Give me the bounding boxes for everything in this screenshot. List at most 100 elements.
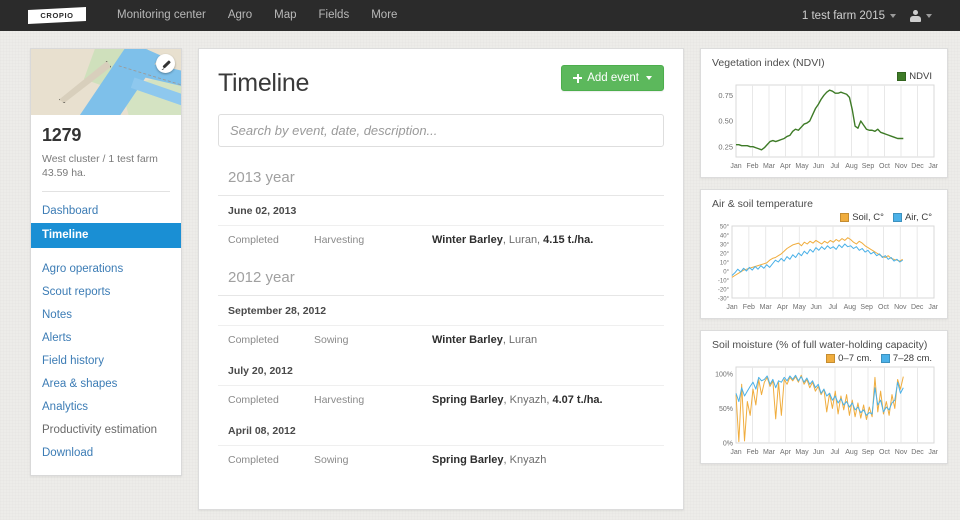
legend-label: NDVI — [909, 71, 932, 82]
nav-item-fields[interactable]: Fields — [308, 0, 361, 31]
legend-label: 0–7 cm. — [838, 353, 872, 364]
farm-selector[interactable]: 1 test farm 2015 — [802, 10, 896, 22]
chart-plot-area[interactable]: JanFebMarAprMayJunJulAugSepOctNovDecJan1… — [710, 365, 938, 457]
sidebar-item-alerts[interactable]: Alerts — [31, 327, 181, 350]
ndvi-chart-card: Vegetation index (NDVI) NDVI JanFebMarAp… — [700, 48, 948, 178]
svg-text:20°: 20° — [720, 252, 730, 258]
svg-text:May: May — [793, 304, 807, 311]
soil-moisture-chart-card: Soil moisture (% of full water-holding c… — [700, 330, 948, 464]
legend-label: 7–28 cm. — [893, 353, 932, 364]
charts-column: Vegetation index (NDVI) NDVI JanFebMarAp… — [700, 48, 948, 510]
svg-text:-20°: -20° — [718, 288, 730, 294]
event-type: Sowing — [314, 334, 432, 346]
svg-text:Oct: Oct — [879, 449, 890, 456]
user-menu[interactable] — [910, 10, 932, 22]
chevron-down-icon — [890, 14, 896, 18]
timeline-year-header: 2012 year — [218, 265, 664, 296]
event-variety: , Luran — [503, 334, 537, 346]
svg-text:Jan: Jan — [730, 449, 741, 456]
temperature-chart-card: Air & soil temperature Soil, C° Air, C° … — [700, 189, 948, 319]
svg-text:Jul: Jul — [831, 163, 840, 170]
svg-text:Sep: Sep — [862, 449, 875, 456]
chart-plot-area[interactable]: JanFebMarAprMayJunJulAugSepOctNovDecJan5… — [710, 224, 938, 312]
event-yield: 4.07 t./ha. — [552, 394, 602, 406]
top-navigation-bar: CROPIO Monitoring center Agro Map Fields… — [0, 0, 960, 31]
edit-field-button[interactable] — [156, 54, 175, 73]
search-input[interactable] — [218, 114, 664, 147]
svg-text:Sep: Sep — [860, 304, 873, 311]
legend-item: 7–28 cm. — [881, 353, 932, 364]
timeline-event-row[interactable]: Completed Harvesting Winter Barley, Lura… — [218, 226, 664, 256]
event-variety: , Luran, — [503, 234, 543, 246]
timeline-date-header: June 02, 2013 — [218, 196, 664, 226]
panel-header: Timeline Add event — [218, 65, 664, 98]
sidebar-item-download[interactable]: Download — [31, 442, 181, 465]
svg-text:Apr: Apr — [780, 163, 792, 170]
svg-text:Jan: Jan — [730, 163, 741, 170]
sidebar-item-scout-reports[interactable]: Scout reports — [31, 281, 181, 304]
svg-text:-30°: -30° — [718, 297, 730, 303]
event-description: Spring Barley, Knyazh — [432, 454, 546, 466]
add-event-button[interactable]: Add event — [561, 65, 664, 91]
timeline-event-row[interactable]: Completed Sowing Spring Barley, Knyazh — [218, 446, 664, 476]
legend-swatch — [881, 354, 890, 363]
svg-text:Dec: Dec — [911, 304, 924, 311]
timeline-date-header: April 08, 2012 — [218, 416, 664, 446]
sidebar-item-dashboard[interactable]: Dashboard — [31, 200, 181, 223]
timeline-panel: Timeline Add event 2013 year June 02, 20… — [198, 48, 684, 510]
svg-text:Apr: Apr — [777, 304, 789, 311]
svg-text:Jan: Jan — [726, 304, 737, 311]
event-status: Completed — [228, 394, 314, 406]
chart-plot-area[interactable]: JanFebMarAprMayJunJulAugSepOctNovDecJan0… — [710, 83, 938, 171]
search-container — [218, 114, 664, 147]
sidebar-item-notes[interactable]: Notes — [31, 304, 181, 327]
sidebar-item-analytics[interactable]: Analytics — [31, 396, 181, 419]
chevron-down-icon — [926, 14, 932, 18]
nav-item-more[interactable]: More — [360, 0, 408, 31]
timeline-year-header: 2013 year — [218, 165, 664, 196]
event-type: Harvesting — [314, 234, 432, 246]
timeline-event-row[interactable]: Completed Sowing Winter Barley, Luran — [218, 326, 664, 356]
svg-text:May: May — [795, 449, 809, 456]
legend-label: Air, C° — [905, 212, 932, 223]
sidebar-item-area-shapes[interactable]: Area & shapes — [31, 373, 181, 396]
nav-item-map[interactable]: Map — [263, 0, 307, 31]
svg-text:50°: 50° — [720, 225, 730, 231]
event-status: Completed — [228, 334, 314, 346]
field-info: 1279 West cluster / 1 test farm 43.59 ha… — [31, 115, 181, 180]
timeline-date-header: July 20, 2012 — [218, 356, 664, 386]
svg-text:Jan: Jan — [928, 163, 938, 170]
svg-text:May: May — [795, 163, 809, 170]
event-type: Sowing — [314, 454, 432, 466]
svg-text:40°: 40° — [720, 234, 730, 240]
nav-item-monitoring-center[interactable]: Monitoring center — [106, 0, 217, 31]
legend-swatch — [826, 354, 835, 363]
sidebar-item-field-history[interactable]: Field history — [31, 350, 181, 373]
timeline-event-row[interactable]: Completed Harvesting Spring Barley, Knya… — [218, 386, 664, 416]
svg-text:Jan: Jan — [928, 449, 938, 456]
field-map-thumbnail[interactable] — [31, 49, 181, 115]
event-description: Winter Barley, Luran, 4.15 t./ha. — [432, 234, 593, 246]
svg-text:Oct: Oct — [878, 304, 889, 311]
chevron-down-icon — [646, 76, 652, 80]
sidebar-item-agro-operations[interactable]: Agro operations — [31, 258, 181, 281]
event-description: Spring Barley, Knyazh, 4.07 t./ha. — [432, 394, 603, 406]
sidebar-item-timeline[interactable]: Timeline — [31, 223, 181, 248]
event-variety: , Knyazh — [504, 454, 547, 466]
nav-item-agro[interactable]: Agro — [217, 0, 263, 31]
svg-text:0°: 0° — [723, 270, 729, 276]
sidebar-item-productivity-estimation[interactable]: Productivity estimation — [31, 419, 181, 442]
svg-text:Apr: Apr — [780, 449, 792, 456]
svg-text:0.50: 0.50 — [718, 117, 733, 126]
svg-text:Dec: Dec — [911, 163, 924, 170]
legend-item: Air, C° — [893, 212, 932, 223]
svg-text:Aug: Aug — [845, 163, 858, 170]
svg-text:Mar: Mar — [763, 449, 776, 456]
event-status: Completed — [228, 234, 314, 246]
legend-label: Soil, C° — [852, 212, 884, 223]
event-variety: , Knyazh, — [504, 394, 553, 406]
svg-text:Aug: Aug — [845, 449, 858, 456]
chart-legend: 0–7 cm. 7–28 cm. — [710, 353, 932, 364]
cropio-logo[interactable]: CROPIO — [28, 7, 86, 24]
svg-text:Feb: Feb — [743, 304, 755, 311]
